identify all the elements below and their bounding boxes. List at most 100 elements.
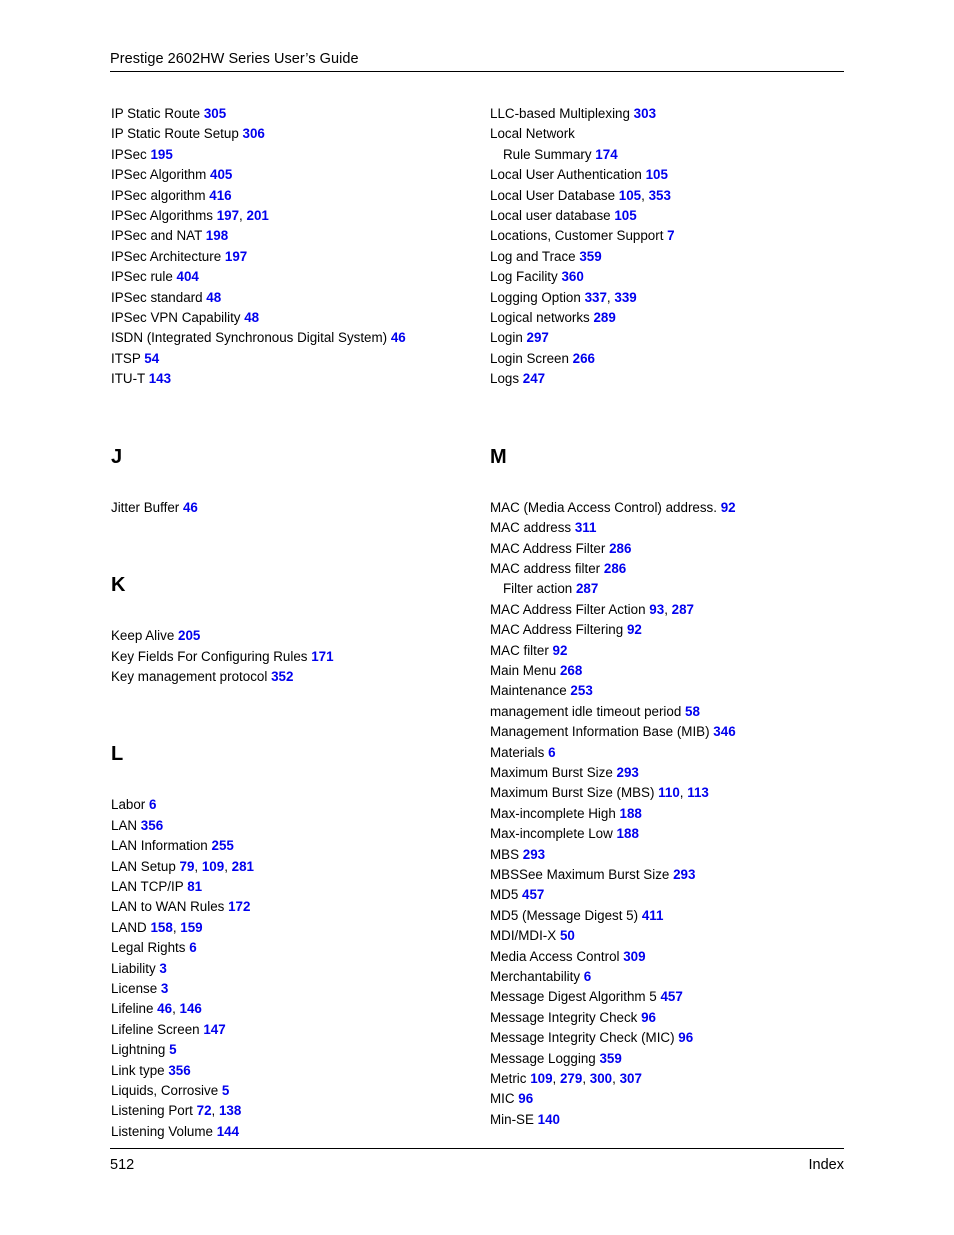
index-page-link[interactable]: 146	[180, 1001, 202, 1016]
index-page-link[interactable]: 50	[560, 928, 575, 943]
index-page-link[interactable]: 201	[247, 208, 269, 223]
index-page-link[interactable]: 105	[619, 188, 641, 203]
index-page-link[interactable]: 457	[522, 887, 544, 902]
index-page-link[interactable]: 247	[523, 371, 545, 386]
index-page-link[interactable]: 404	[177, 269, 199, 284]
index-page-link[interactable]: 105	[646, 167, 668, 182]
index-page-link[interactable]: 293	[523, 847, 545, 862]
index-page-link[interactable]: 457	[660, 989, 682, 1004]
index-page-link[interactable]: 46	[183, 500, 198, 515]
index-page-link[interactable]: 109	[202, 859, 224, 874]
index-page-link[interactable]: 279	[560, 1071, 582, 1086]
index-page-link[interactable]: 255	[212, 838, 234, 853]
index-page-link[interactable]: 96	[518, 1091, 533, 1106]
index-page-link[interactable]: 339	[614, 290, 636, 305]
index-entry: MDI/MDI-X 50	[490, 926, 850, 946]
index-entry-term: Login Screen	[490, 350, 569, 366]
index-page-link[interactable]: 307	[620, 1071, 642, 1086]
index-page-link[interactable]: 286	[609, 541, 631, 556]
index-page-link[interactable]: 287	[672, 602, 694, 617]
index-page-link[interactable]: 416	[209, 188, 231, 203]
index-page-link[interactable]: 268	[560, 663, 582, 678]
index-page-link[interactable]: 306	[243, 126, 265, 141]
index-page-link[interactable]: 197	[225, 249, 247, 264]
index-entry: IPSec standard 48	[111, 288, 471, 308]
index-page-link[interactable]: 300	[590, 1071, 612, 1086]
index-page-link[interactable]: 5	[222, 1083, 229, 1098]
index-page-link[interactable]: 305	[204, 106, 226, 121]
index-page-link[interactable]: 352	[271, 669, 293, 684]
index-page-link[interactable]: 140	[538, 1112, 560, 1127]
index-page-link[interactable]: 54	[144, 351, 159, 366]
index-page-link[interactable]: 138	[219, 1103, 241, 1118]
index-page-link[interactable]: 356	[141, 818, 163, 833]
index-page-link[interactable]: 96	[678, 1030, 693, 1045]
index-page-link[interactable]: 311	[575, 520, 597, 535]
index-page-link[interactable]: 205	[178, 628, 200, 643]
index-page-link[interactable]: 359	[599, 1051, 621, 1066]
index-page-link[interactable]: 293	[617, 765, 639, 780]
index-page-link[interactable]: 287	[576, 581, 598, 596]
index-page-link[interactable]: 356	[168, 1063, 190, 1078]
index-page-link[interactable]: 3	[161, 981, 168, 996]
index-page-link[interactable]: 6	[584, 969, 591, 984]
index-page-link[interactable]: 3	[159, 961, 166, 976]
index-entry: Message Integrity Check (MIC) 96	[490, 1028, 850, 1048]
index-page-link[interactable]: 346	[713, 724, 735, 739]
index-page-link[interactable]: 289	[593, 310, 615, 325]
index-page-link[interactable]: 159	[180, 920, 202, 935]
index-page-link[interactable]: 286	[604, 561, 626, 576]
index-page-link[interactable]: 113	[687, 785, 709, 800]
index-page-link[interactable]: 109	[530, 1071, 552, 1086]
index-page-link[interactable]: 359	[579, 249, 601, 264]
index-page-link[interactable]: 266	[573, 351, 595, 366]
index-page-link[interactable]: 158	[150, 920, 172, 935]
index-page-link[interactable]: 110	[658, 785, 680, 800]
index-page-link[interactable]: 72	[197, 1103, 212, 1118]
index-page-link[interactable]: 96	[641, 1010, 656, 1025]
index-entry: Logging Option 337, 339	[490, 288, 850, 308]
index-page-link[interactable]: 5	[169, 1042, 176, 1057]
index-page-link[interactable]: 188	[620, 806, 642, 821]
index-page-link[interactable]: 79	[180, 859, 195, 874]
index-page-link[interactable]: 293	[673, 867, 695, 882]
index-page-link[interactable]: 92	[721, 500, 736, 515]
index-page-link[interactable]: 6	[548, 745, 555, 760]
index-page-link[interactable]: 253	[570, 683, 592, 698]
index-page-link[interactable]: 337	[585, 290, 607, 305]
index-page-link[interactable]: 195	[150, 147, 172, 162]
index-entry: IPSec Algorithm 405	[111, 165, 471, 185]
index-entry: Local User Authentication 105	[490, 165, 850, 185]
index-page-link[interactable]: 143	[149, 371, 171, 386]
index-page-link[interactable]: 172	[228, 899, 250, 914]
index-page-link[interactable]: 171	[311, 649, 333, 664]
index-page-link[interactable]: 81	[187, 879, 202, 894]
index-page-link[interactable]: 144	[217, 1124, 239, 1139]
index-page-link[interactable]: 105	[614, 208, 636, 223]
index-page-link[interactable]: 92	[627, 622, 642, 637]
index-page-link[interactable]: 360	[561, 269, 583, 284]
index-page-link[interactable]: 48	[244, 310, 259, 325]
index-page-link[interactable]: 197	[217, 208, 239, 223]
index-page-link[interactable]: 46	[391, 330, 406, 345]
index-page-link[interactable]: 174	[595, 147, 617, 162]
index-entry-term: IPSec Algorithms	[111, 208, 213, 224]
index-page-link[interactable]: 58	[685, 704, 700, 719]
index-page-link[interactable]: 6	[189, 940, 196, 955]
index-page-link[interactable]: 281	[232, 859, 254, 874]
index-page-link[interactable]: 297	[527, 330, 549, 345]
index-page-link[interactable]: 48	[206, 290, 221, 305]
index-page-link[interactable]: 46	[157, 1001, 172, 1016]
index-page-link[interactable]: 353	[649, 188, 671, 203]
index-page-link[interactable]: 147	[203, 1022, 225, 1037]
index-page-link[interactable]: 405	[210, 167, 232, 182]
index-page-link[interactable]: 6	[149, 797, 156, 812]
index-page-link[interactable]: 411	[642, 908, 664, 923]
index-page-link[interactable]: 7	[667, 228, 674, 243]
index-page-link[interactable]: 303	[634, 106, 656, 121]
index-page-link[interactable]: 188	[617, 826, 639, 841]
index-page-link[interactable]: 92	[553, 643, 568, 658]
index-page-link[interactable]: 93	[649, 602, 664, 617]
index-page-link[interactable]: 309	[623, 949, 645, 964]
index-page-link[interactable]: 198	[206, 228, 228, 243]
